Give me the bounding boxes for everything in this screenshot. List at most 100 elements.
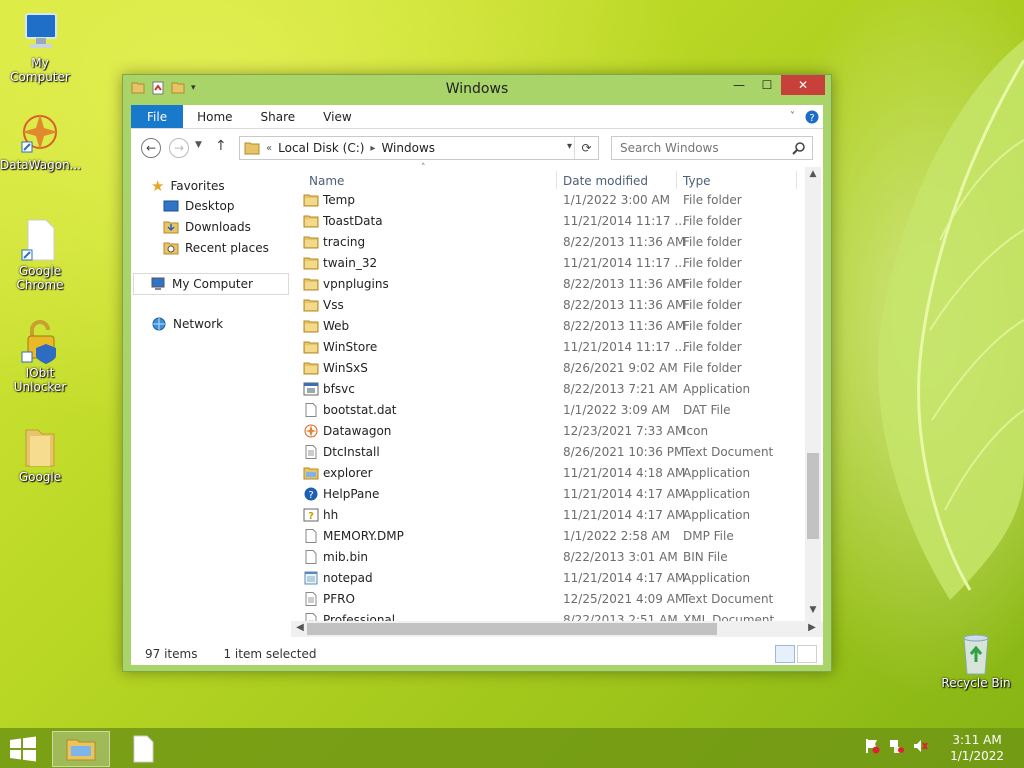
close-button[interactable]: ✕: [781, 75, 825, 95]
file-type: Text Document: [683, 592, 774, 606]
file-row[interactable]: DtcInstall 8/26/2021 10:36 PM Text Documen…: [301, 442, 799, 463]
folder-icon: [303, 361, 319, 375]
file-row[interactable]: ToastData 11/21/2014 11:17 ... File folder: [301, 211, 799, 232]
breadcrumb-overflow[interactable]: «: [266, 143, 272, 154]
desktop-icon-recycle-bin[interactable]: Recycle Bin: [936, 630, 1016, 690]
breadcrumb-local-disk[interactable]: Local Disk (C:): [278, 141, 364, 155]
computer-icon: [20, 10, 60, 54]
desktop-icon-label: DataWagon...: [0, 158, 82, 172]
scroll-thumb[interactable]: [807, 453, 819, 539]
column-header-name[interactable]: Name: [309, 171, 559, 191]
nav-my-computer[interactable]: My Computer: [133, 273, 289, 295]
column-divider[interactable]: [796, 171, 797, 189]
file-date: 11/21/2014 11:17 ...: [563, 340, 686, 354]
minimize-button[interactable]: —: [725, 75, 753, 95]
file-row[interactable]: ? hh 11/21/2014 4:17 AM Application: [301, 505, 799, 526]
start-button[interactable]: [8, 736, 38, 762]
file-row[interactable]: tracing 8/22/2013 11:36 AM File folder: [301, 232, 799, 253]
column-divider[interactable]: [676, 171, 677, 189]
nav-network[interactable]: Network: [151, 317, 223, 331]
desktop-icon-iobit-unlocker[interactable]: IObit Unlocker: [0, 320, 80, 394]
back-button[interactable]: ←: [141, 138, 161, 158]
tab-share[interactable]: Share: [247, 105, 310, 128]
file-row[interactable]: Datawagon 12/23/2021 7:33 AM Icon: [301, 421, 799, 442]
volume-muted-icon[interactable]: [912, 738, 928, 754]
forward-button[interactable]: →: [169, 138, 189, 158]
file-row[interactable]: explorer 11/21/2014 4:18 AM Application: [301, 463, 799, 484]
file-row[interactable]: WinStore 11/21/2014 11:17 ... File folder: [301, 337, 799, 358]
file-row[interactable]: bootstat.dat 1/1/2022 3:09 AM DAT File: [301, 400, 799, 421]
expand-ribbon-icon[interactable]: ˅: [790, 111, 795, 122]
nav-desktop[interactable]: Desktop: [163, 199, 235, 213]
file-row[interactable]: mib.bin 8/22/2013 3:01 AM BIN File: [301, 547, 799, 568]
file-row[interactable]: WinSxS 8/26/2021 9:02 AM File folder: [301, 358, 799, 379]
taskbar-clock[interactable]: 3:11 AM 1/1/2022: [950, 732, 1004, 764]
details-view-button[interactable]: [775, 645, 795, 663]
file-type: File folder: [683, 298, 742, 312]
folder-icon: [303, 319, 319, 333]
action-center-flag-icon[interactable]: [864, 738, 880, 754]
scroll-up-arrow[interactable]: ▲: [805, 169, 821, 183]
help-icon[interactable]: ?: [805, 110, 819, 124]
file-name: Vss: [323, 298, 344, 312]
file-row[interactable]: MEMORY.DMP 1/1/2022 2:58 AM DMP File: [301, 526, 799, 547]
large-icons-view-button[interactable]: [797, 645, 817, 663]
column-divider[interactable]: [556, 171, 557, 189]
maximize-button[interactable]: ☐: [753, 75, 781, 95]
folder-icon: [20, 424, 60, 468]
file-row[interactable]: Vss 8/22/2013 11:36 AM File folder: [301, 295, 799, 316]
file-row[interactable]: Temp 1/1/2022 3:00 AM File folder: [301, 190, 799, 211]
tab-view[interactable]: View: [309, 105, 365, 128]
file-date: 8/22/2013 11:36 AM: [563, 277, 686, 291]
desktop-icon-google[interactable]: Google: [0, 424, 80, 484]
refresh-button[interactable]: ⟳: [574, 137, 598, 159]
taskbar-file-explorer[interactable]: [52, 731, 110, 767]
address-dropdown-icon[interactable]: ▾: [567, 141, 572, 152]
file-row[interactable]: PFRO 12/25/2021 4:09 AM Text Document: [301, 589, 799, 610]
recent-locations-chevron-icon[interactable]: ▼: [195, 140, 202, 150]
desktop-icon-google-chrome[interactable]: Google Chrome: [0, 218, 80, 292]
file-date: 1/1/2022 3:09 AM: [563, 403, 671, 417]
scroll-down-arrow[interactable]: ▼: [805, 605, 821, 619]
horizontal-scrollbar[interactable]: ◀ ▶: [291, 621, 823, 637]
search-input[interactable]: [620, 141, 780, 155]
scroll-thumb[interactable]: [307, 623, 717, 635]
file-name: tracing: [323, 235, 366, 249]
title-bar[interactable]: ▾ Windows — ☐ ✕: [123, 75, 831, 105]
file-type: BIN File: [683, 550, 728, 564]
nav-downloads[interactable]: Downloads: [163, 220, 251, 234]
search-box[interactable]: [611, 136, 813, 160]
search-icon[interactable]: [792, 141, 806, 155]
breadcrumb-separator-icon[interactable]: ▸: [370, 143, 375, 154]
column-header-type[interactable]: Type: [683, 171, 793, 191]
tab-file[interactable]: File: [131, 105, 184, 128]
desktop-icon-my-computer[interactable]: My Computer: [0, 10, 80, 84]
file-row[interactable]: ? HelpPane 11/21/2014 4:17 AM Application: [301, 484, 799, 505]
address-bar[interactable]: « Local Disk (C:) ▸ Windows ▾ ⟳: [239, 136, 599, 160]
nav-recent-places[interactable]: Recent places: [163, 241, 269, 255]
column-header-date[interactable]: Date modified: [563, 171, 678, 191]
file-list: ˄ Name Date modified Type Temp 1/1/2022 3…: [301, 163, 821, 643]
tab-home[interactable]: Home: [183, 105, 246, 128]
file-row[interactable]: notepad 11/21/2014 4:17 AM Application: [301, 568, 799, 589]
taskbar-document[interactable]: [114, 731, 172, 767]
network-icon[interactable]: [888, 738, 904, 754]
file-type: Application: [683, 487, 751, 501]
navigation-pane: ★ Favorites Desktop Downloads Recent pla…: [131, 167, 291, 643]
scroll-right-arrow[interactable]: ▶: [805, 622, 819, 633]
nav-favorites[interactable]: ★ Favorites: [151, 177, 225, 195]
file-explorer-icon: [66, 739, 96, 761]
file-row[interactable]: Web 8/22/2013 11:36 AM File folder: [301, 316, 799, 337]
vertical-scrollbar[interactable]: ▲ ▼: [805, 167, 821, 621]
file-row[interactable]: vpnplugins 8/22/2013 11:36 AM File folder: [301, 274, 799, 295]
file-row[interactable]: twain_32 11/21/2014 11:17 ... File folder: [301, 253, 799, 274]
folder-icon: [303, 340, 319, 354]
file-name: HelpPane: [323, 487, 380, 501]
desktop-icon-datawagon[interactable]: DataWagon...: [0, 112, 82, 172]
breadcrumb-windows[interactable]: Windows: [381, 141, 435, 155]
up-button[interactable]: ↑: [215, 138, 227, 154]
file-type: File folder: [683, 193, 742, 207]
file-name: vpnplugins: [323, 277, 389, 291]
file-row[interactable]: bfsvc 8/22/2013 7:21 AM Application: [301, 379, 799, 400]
scroll-left-arrow[interactable]: ◀: [293, 622, 307, 633]
